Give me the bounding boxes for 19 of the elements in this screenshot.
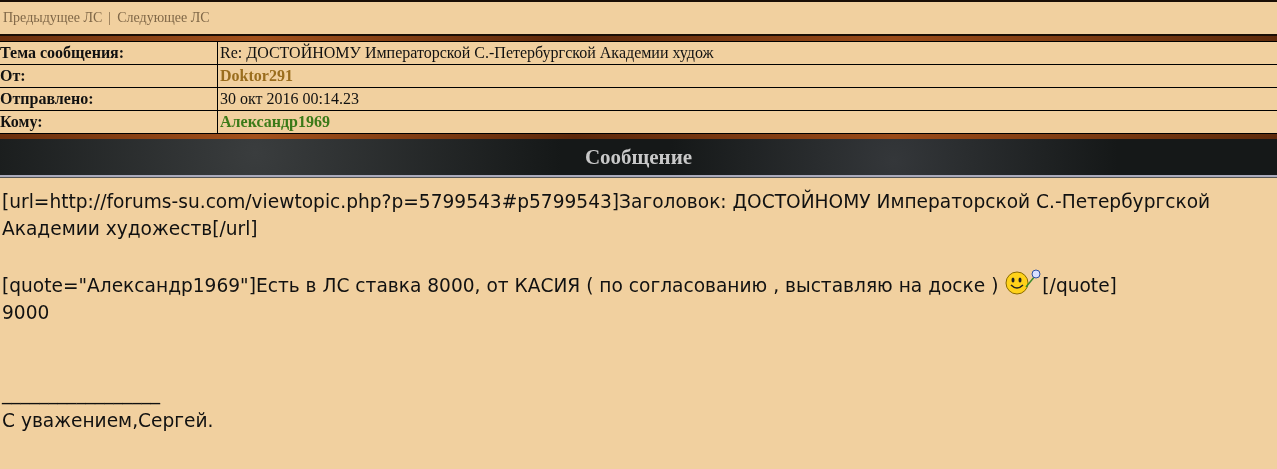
next-message-link[interactable]: Следующее ЛС	[117, 10, 210, 26]
field-label: Отправлено:	[0, 88, 218, 110]
field-label: От:	[0, 65, 218, 87]
smiley-with-flower-icon	[1004, 269, 1043, 296]
field-value: Re: ДОСТОЙНОМУ Императорской С.-Петербургской Академии худож	[219, 42, 715, 64]
message-text: [quote="Александр1969"]Есть в ЛС ставка 8000, от КАСИЯ ( по согласованию , выставляю на доске )	[2, 275, 999, 296]
section-title: Сообщение	[584, 144, 693, 170]
link-separator: |	[108, 10, 112, 26]
message-text: 9000	[2, 302, 50, 323]
username-link[interactable]: Александр1969	[218, 111, 1277, 133]
previous-message-link[interactable]: Предыдущее ЛС	[3, 10, 103, 26]
username-link[interactable]: Doktor291	[218, 65, 1277, 87]
message-text: [url=http://forums-su.com/viewtopic.php?p=5799543#p5799543]Заголовок: ДОСТОЙНОМУ Императорской С.-Петербургской Академии художеств[/url]	[2, 191, 1211, 239]
field-label: Кому:	[0, 111, 218, 133]
field-label: Тема сообщения:	[0, 42, 218, 64]
signature-text: С уважением,Сергей.	[2, 410, 214, 431]
field-value: 30 окт 2016 00:14.23	[219, 89, 360, 109]
message-text: [/quote]	[1042, 275, 1117, 296]
signature-separator: _________________	[2, 383, 161, 404]
